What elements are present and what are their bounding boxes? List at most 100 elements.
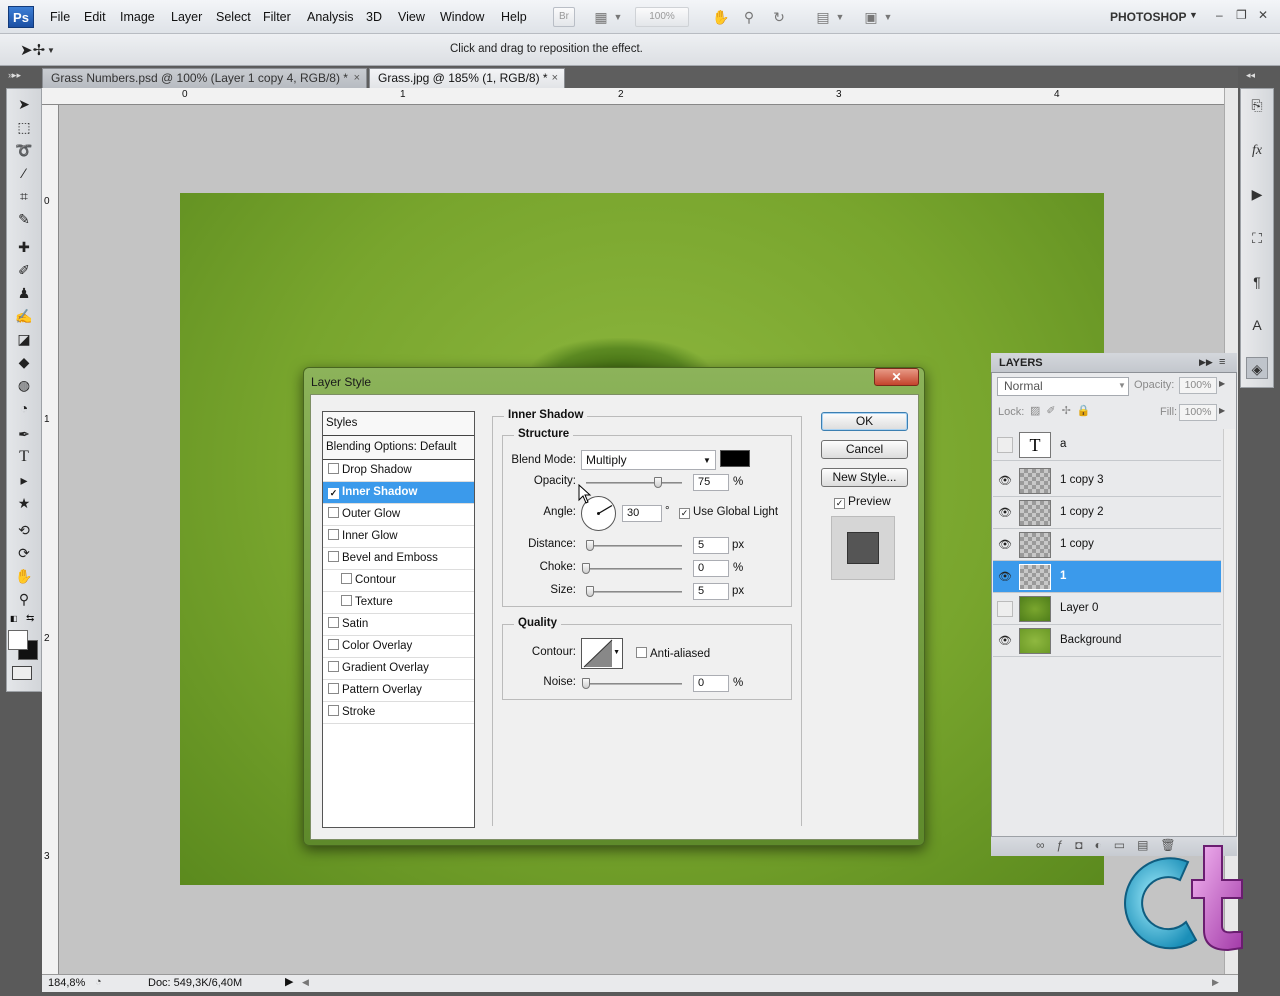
- opacity-slider-knob[interactable]: [654, 477, 662, 488]
- ok-button[interactable]: OK: [821, 412, 908, 431]
- scroll-right-icon[interactable]: ▶: [1212, 977, 1219, 988]
- screen-mode-icon[interactable]: ▣: [862, 8, 880, 26]
- menu-file[interactable]: File: [50, 10, 70, 24]
- scroll-left-icon[interactable]: ◀: [302, 977, 309, 988]
- pen-tool-icon[interactable]: ✒: [13, 424, 35, 444]
- opacity-input[interactable]: 75: [693, 474, 729, 491]
- layer-row-selected[interactable]: 👁 1: [993, 561, 1221, 593]
- bridge-button[interactable]: Br: [553, 7, 575, 27]
- dodge-tool-icon[interactable]: ◔: [13, 398, 35, 418]
- style-item[interactable]: Bevel and Emboss: [323, 548, 474, 570]
- chevron-down-icon[interactable]: ▼: [1118, 381, 1126, 390]
- preview-checkbox[interactable]: ✓ Preview: [834, 494, 891, 509]
- eraser-tool-icon[interactable]: ◪: [13, 329, 35, 349]
- style-item[interactable]: Pattern Overlay: [323, 680, 474, 702]
- move-tool-icon[interactable]: ➤: [13, 94, 35, 114]
- style-item[interactable]: ✓ Inner Shadow: [323, 482, 474, 504]
- panel-collapse-icon[interactable]: ▶▶: [1199, 357, 1213, 368]
- style-item[interactable]: Gradient Overlay: [323, 658, 474, 680]
- shape-tool-icon[interactable]: ★: [13, 493, 35, 513]
- noise-input[interactable]: 0: [693, 675, 729, 692]
- distance-input[interactable]: 5: [693, 537, 729, 554]
- history-panel-icon[interactable]: ⎘: [1246, 94, 1268, 116]
- menu-filter[interactable]: Filter: [263, 10, 291, 24]
- choke-slider-knob[interactable]: [582, 563, 590, 574]
- menu-edit[interactable]: Edit: [84, 10, 106, 24]
- arrange-documents-icon[interactable]: ▤: [814, 8, 832, 26]
- checkbox-unchecked-icon[interactable]: [328, 507, 339, 518]
- choke-input[interactable]: 0: [693, 560, 729, 577]
- zoom-tool-icon[interactable]: ⚲: [13, 589, 35, 609]
- layer-opacity-input[interactable]: 100%: [1179, 377, 1217, 394]
- history-brush-tool-icon[interactable]: ✍: [13, 306, 35, 326]
- checkbox-unchecked-icon[interactable]: [328, 529, 339, 540]
- noise-slider-knob[interactable]: [582, 678, 590, 689]
- use-global-light-checkbox[interactable]: ✓ Use Global Light: [679, 506, 778, 519]
- menu-image[interactable]: Image: [120, 10, 155, 24]
- path-selection-tool-icon[interactable]: ▸: [13, 470, 35, 490]
- type-tool-icon[interactable]: T: [13, 447, 35, 467]
- checkbox-unchecked-icon[interactable]: [328, 463, 339, 474]
- crop-tool-icon[interactable]: ⌗: [13, 186, 35, 206]
- eyedropper-tool-icon[interactable]: ✎: [13, 209, 35, 229]
- workspace-switcher[interactable]: PHOTOSHOP: [1110, 10, 1186, 24]
- rotate-view-icon[interactable]: ↻: [770, 8, 788, 26]
- style-item[interactable]: Drop Shadow: [323, 460, 474, 482]
- brush-tool-icon[interactable]: ✐: [13, 260, 35, 280]
- opacity-slider[interactable]: [586, 482, 682, 484]
- panel-menu-icon[interactable]: ≡: [1219, 356, 1225, 368]
- menu-3d[interactable]: 3D: [366, 10, 382, 24]
- style-item[interactable]: Contour: [323, 570, 474, 592]
- shadow-color-swatch[interactable]: [720, 450, 750, 467]
- status-options-icon[interactable]: ◔: [95, 976, 102, 988]
- layer-blend-mode-select[interactable]: Normal: [997, 377, 1129, 396]
- eye-icon[interactable]: 👁: [997, 505, 1013, 521]
- checkbox-unchecked-icon[interactable]: [328, 661, 339, 672]
- chevron-down-icon[interactable]: ▼: [703, 456, 711, 465]
- menu-view[interactable]: View: [398, 10, 425, 24]
- chevron-down-icon[interactable]: ▼: [882, 8, 894, 26]
- close-icon[interactable]: ×: [552, 69, 558, 88]
- checkbox-unchecked-icon[interactable]: [341, 573, 352, 584]
- new-style-button[interactable]: New Style...: [821, 468, 908, 487]
- eye-icon[interactable]: 👁: [997, 537, 1013, 553]
- layer-row[interactable]: Layer 0: [993, 593, 1221, 625]
- chevron-down-icon[interactable]: ▼: [612, 8, 624, 26]
- style-item[interactable]: Satin: [323, 614, 474, 636]
- tab-grass-numbers[interactable]: Grass Numbers.psd @ 100% (Layer 1 copy 4…: [42, 68, 367, 88]
- checkbox-unchecked-icon[interactable]: [328, 639, 339, 650]
- zoom-level-select[interactable]: 100%: [635, 7, 689, 27]
- clone-stamp-tool-icon[interactable]: ♟: [13, 283, 35, 303]
- size-slider[interactable]: [586, 591, 682, 593]
- menu-layer[interactable]: Layer: [171, 10, 202, 24]
- transform-panel-icon[interactable]: ⛶: [1246, 227, 1268, 249]
- style-item[interactable]: Stroke: [323, 702, 474, 724]
- layer-row[interactable]: 👁 1 copy: [993, 529, 1221, 561]
- menu-help[interactable]: Help: [501, 10, 527, 24]
- 3d-orbit-tool-icon[interactable]: ⟳: [13, 543, 35, 563]
- visibility-toggle[interactable]: [997, 601, 1013, 617]
- blending-options-item[interactable]: Blending Options: Default: [323, 436, 474, 460]
- eye-icon[interactable]: 👁: [997, 569, 1013, 585]
- fill-input[interactable]: 100%: [1179, 404, 1217, 421]
- checkbox-checked-icon[interactable]: ✓: [328, 488, 339, 499]
- choke-slider[interactable]: [586, 568, 682, 570]
- styles-panel-icon[interactable]: fx: [1246, 140, 1268, 162]
- dialog-close-button[interactable]: ✕: [874, 368, 919, 386]
- noise-slider[interactable]: [586, 683, 682, 685]
- 3d-rotate-tool-icon[interactable]: ⟲: [13, 520, 35, 540]
- character-panel-icon[interactable]: A: [1246, 314, 1268, 336]
- eye-icon[interactable]: 👁: [997, 473, 1013, 489]
- hand-icon[interactable]: ✋: [712, 8, 730, 26]
- lasso-tool-icon[interactable]: ➰: [13, 140, 35, 160]
- chevron-down-icon[interactable]: ▼: [1189, 10, 1198, 20]
- extras-icon[interactable]: ▦: [592, 8, 610, 26]
- chevron-down-icon[interactable]: ▼: [834, 8, 846, 26]
- actions-panel-icon[interactable]: ▶: [1246, 183, 1268, 205]
- zoom-readout[interactable]: 184,8%: [48, 977, 85, 989]
- play-arrow-icon[interactable]: ▶: [285, 975, 293, 988]
- styles-header[interactable]: Styles: [323, 412, 474, 436]
- distance-slider[interactable]: [586, 545, 682, 547]
- checkbox-unchecked-icon[interactable]: [341, 595, 352, 606]
- contour-picker[interactable]: ▼: [581, 638, 623, 669]
